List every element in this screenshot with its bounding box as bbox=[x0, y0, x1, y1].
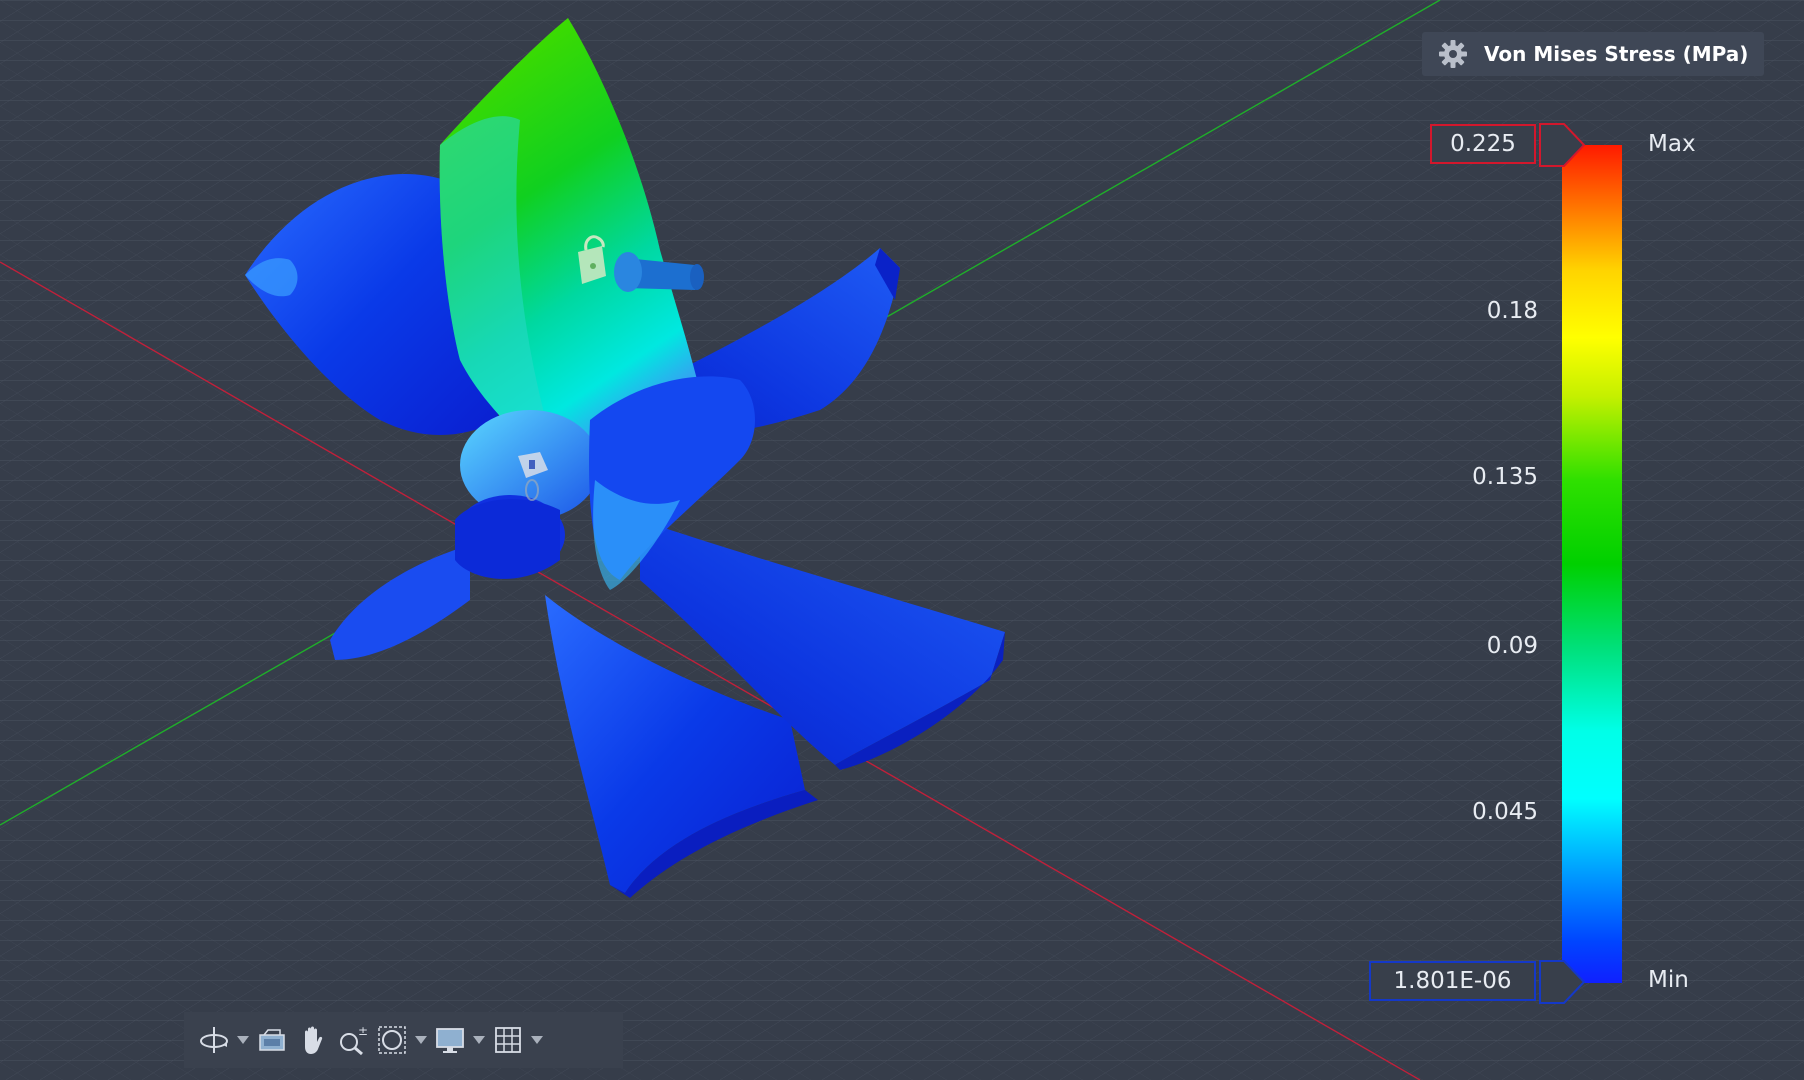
look-at-icon[interactable] bbox=[252, 1018, 292, 1062]
min-label: Min bbox=[1648, 967, 1689, 993]
zoom-icon[interactable]: ± bbox=[332, 1018, 372, 1062]
max-value-field[interactable]: 0.225 bbox=[1430, 124, 1536, 164]
pan-hand-icon[interactable] bbox=[292, 1018, 332, 1062]
display-dropdown-chevron-icon[interactable] bbox=[470, 1018, 488, 1062]
min-slider-handle[interactable] bbox=[1538, 959, 1586, 1005]
tick-label-0-135: 0.135 bbox=[1472, 464, 1538, 490]
min-value-field[interactable]: 1.801E-06 bbox=[1369, 961, 1536, 1001]
orbit-dropdown-chevron-icon[interactable] bbox=[234, 1018, 252, 1062]
legend-header: Von Mises Stress (MPa) bbox=[1422, 32, 1764, 76]
display-settings-icon[interactable] bbox=[430, 1018, 470, 1062]
navigation-toolbar: ± bbox=[184, 1012, 623, 1068]
tick-label-0-18: 0.18 bbox=[1486, 298, 1538, 324]
grid-dropdown-chevron-icon[interactable] bbox=[528, 1018, 546, 1062]
tick-label-0-045: 0.045 bbox=[1472, 799, 1538, 825]
max-slider-handle[interactable] bbox=[1538, 122, 1586, 168]
tick-label-0-09: 0.09 bbox=[1486, 633, 1538, 659]
fit-dropdown-chevron-icon[interactable] bbox=[412, 1018, 430, 1062]
svg-text:±: ± bbox=[358, 1024, 368, 1038]
gear-icon[interactable] bbox=[1434, 35, 1472, 73]
max-label: Max bbox=[1648, 131, 1696, 157]
legend-title: Von Mises Stress (MPa) bbox=[1484, 42, 1749, 66]
orbit-icon[interactable] bbox=[194, 1018, 234, 1062]
fit-window-icon[interactable] bbox=[372, 1018, 412, 1062]
grid-icon[interactable] bbox=[488, 1018, 528, 1062]
stress-color-bar bbox=[1562, 145, 1622, 983]
